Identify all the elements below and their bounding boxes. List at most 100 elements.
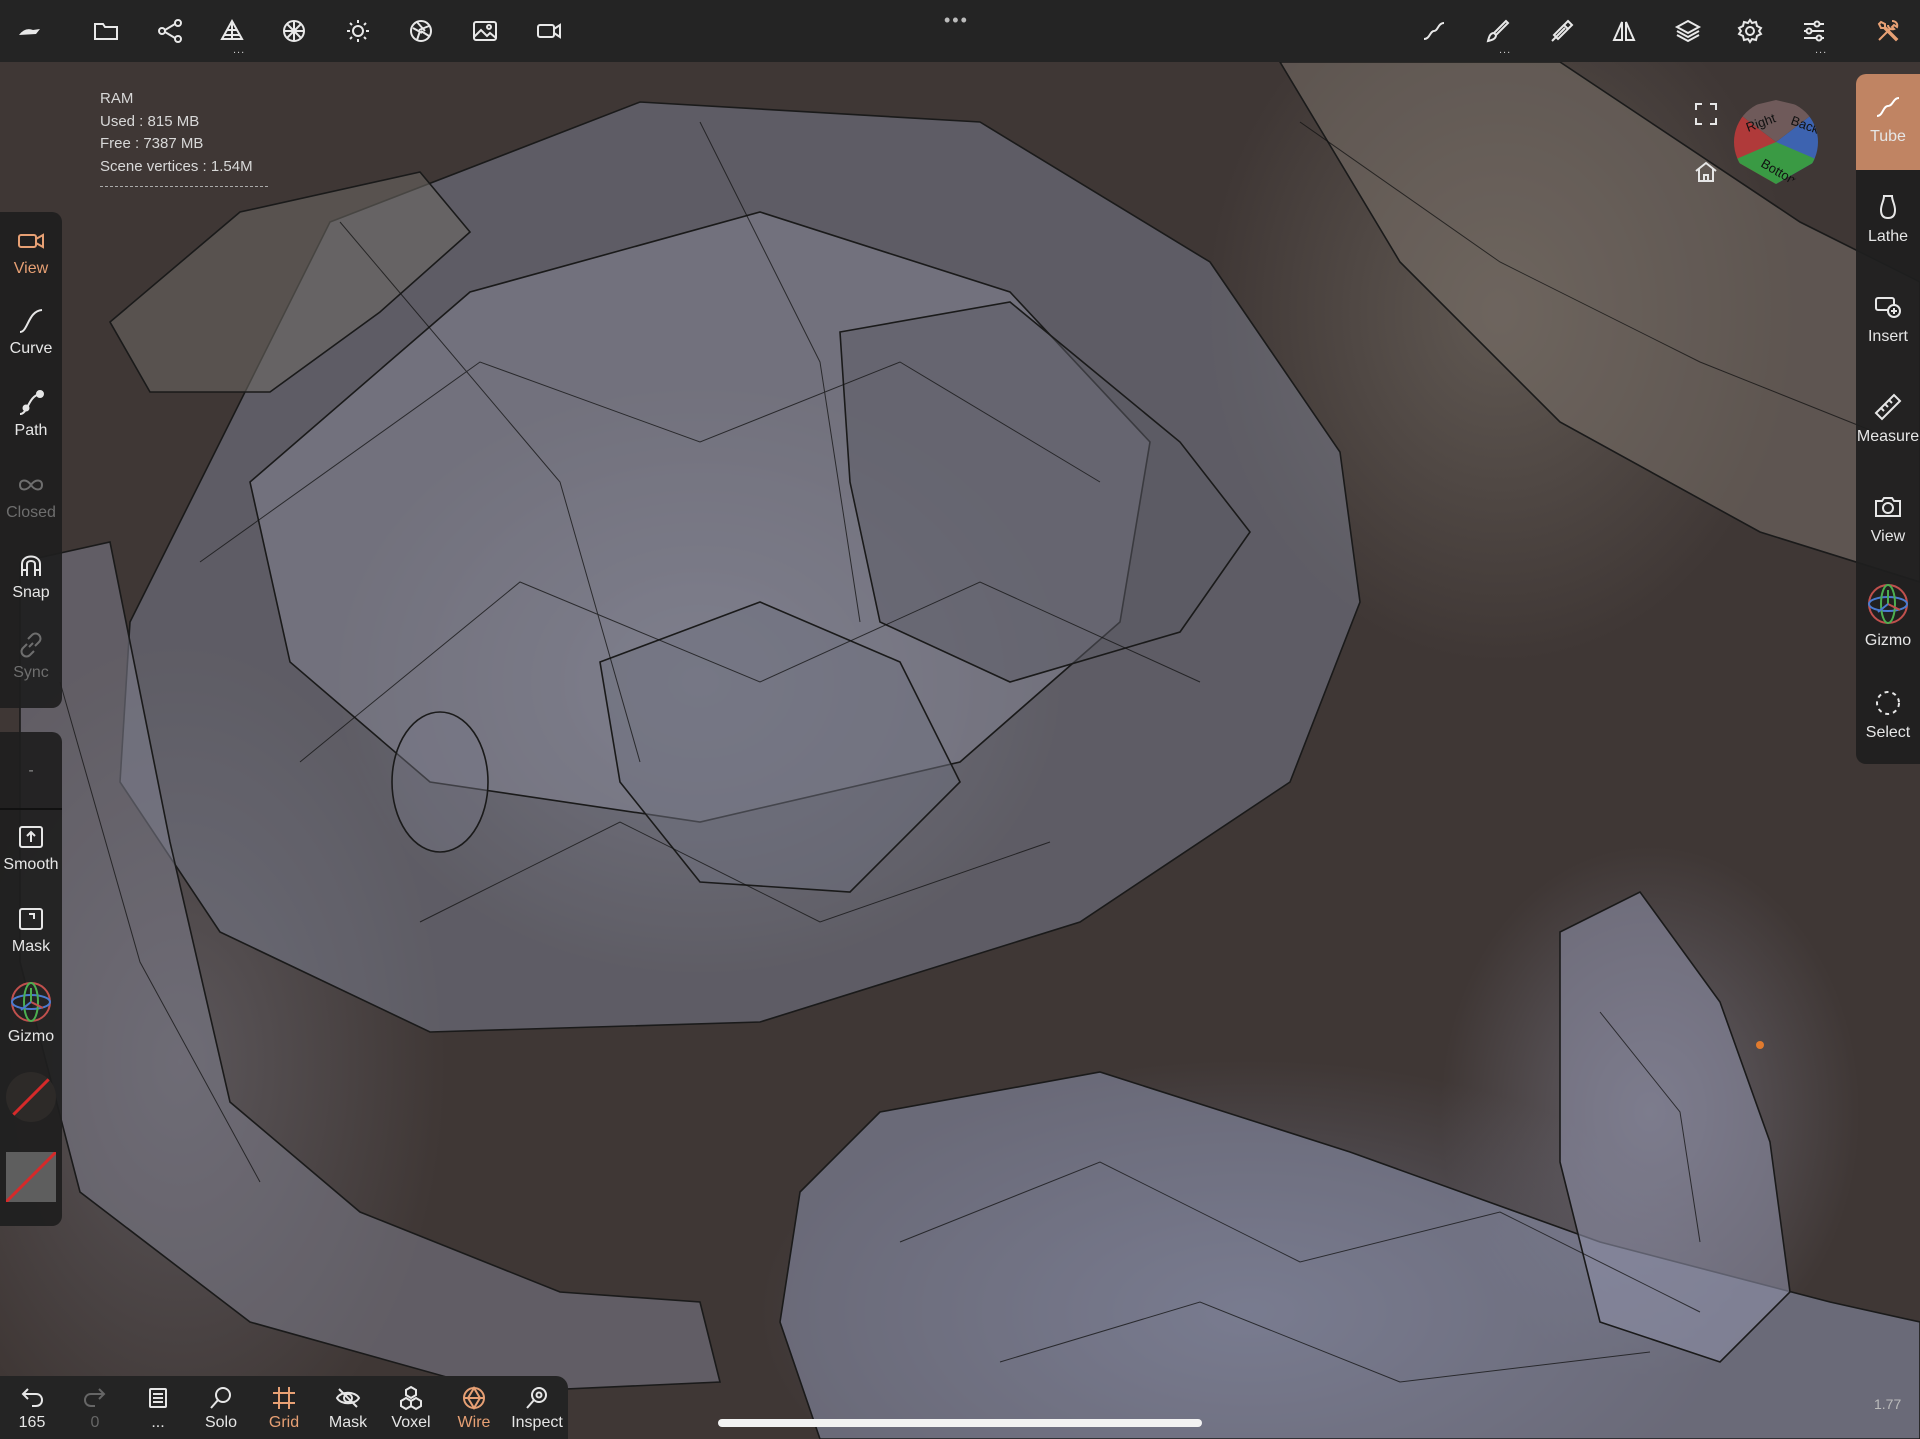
sync-button[interactable]: Sync: [0, 630, 62, 682]
sync-label: Sync: [13, 664, 49, 681]
smooth-label: Smooth: [3, 856, 59, 873]
view-snapshot-label: View: [1870, 528, 1906, 545]
view-snapshot-button[interactable]: View: [1856, 492, 1920, 546]
3d-viewport[interactable]: [0, 62, 1920, 1439]
settings-icon[interactable]: [1734, 15, 1766, 47]
history-button[interactable]: ...: [128, 1384, 188, 1432]
voxel-label: Voxel: [391, 1414, 431, 1431]
fullscreen-icon[interactable]: [1692, 100, 1720, 128]
gizmo-icon: [1868, 584, 1908, 624]
select-button[interactable]: Select: [1856, 688, 1920, 742]
video-camera-icon[interactable]: [533, 15, 565, 47]
history-icon: [149, 1388, 167, 1408]
orange-marker: [1756, 1041, 1764, 1049]
mask-toggle-label: Mask: [328, 1414, 368, 1431]
topology-more-dots: ...: [233, 44, 246, 56]
smooth-icon: [19, 826, 43, 848]
stroke-icon[interactable]: [1418, 15, 1450, 47]
undo-count: 165: [18, 1414, 46, 1431]
wire-button[interactable]: Wire: [444, 1384, 504, 1432]
brush-icon[interactable]: [1482, 15, 1514, 47]
wire-label: Wire: [457, 1414, 491, 1431]
closed-label: Closed: [6, 504, 56, 521]
voxel-button[interactable]: Voxel: [381, 1384, 441, 1432]
select-label: Select: [1865, 724, 1911, 741]
mask-label: Mask: [11, 938, 51, 955]
path-button[interactable]: Path: [0, 388, 62, 440]
lighting-icon[interactable]: [342, 15, 374, 47]
view-cube[interactable]: Right Back Bottom: [1734, 100, 1818, 184]
gizmo-right-button[interactable]: Gizmo: [1856, 582, 1920, 650]
curve-button[interactable]: Curve: [0, 306, 62, 358]
grid-button[interactable]: Grid: [254, 1384, 314, 1432]
tube-button[interactable]: Tube: [1856, 74, 1920, 170]
gizmo-button[interactable]: Gizmo: [0, 980, 62, 1046]
ram-info: RAM Used : 815 MB Free : 7387 MB Scene v…: [100, 88, 268, 187]
home-view-icon[interactable]: [1692, 158, 1720, 186]
mask-hide-icon: [335, 1388, 361, 1408]
mask-toggle-button[interactable]: Mask: [318, 1384, 378, 1432]
tools-icon[interactable]: [1872, 15, 1904, 47]
topology-icon[interactable]: [216, 15, 248, 47]
measure-button[interactable]: Measure: [1856, 392, 1920, 446]
material-icon[interactable]: [278, 15, 310, 47]
material-swatch-none[interactable]: [4, 1150, 58, 1204]
link-icon: [20, 632, 42, 658]
curve-label: Curve: [9, 340, 53, 357]
lathe-icon: [1879, 195, 1897, 220]
eyedropper-icon[interactable]: [1546, 15, 1578, 47]
panel-divider: [0, 808, 62, 810]
solo-button[interactable]: Solo: [191, 1384, 251, 1432]
home-indicator[interactable]: [718, 1419, 1202, 1427]
undo-button[interactable]: 165: [2, 1384, 62, 1432]
mask-icon: [19, 908, 43, 930]
sliders-more-dots: ...: [1815, 44, 1828, 56]
measure-label: Measure: [1856, 428, 1920, 445]
inspect-button[interactable]: Inspect: [507, 1384, 567, 1432]
smooth-button[interactable]: Smooth: [0, 822, 62, 874]
gizmo-label: Gizmo: [7, 1028, 55, 1045]
view-label: View: [13, 260, 49, 277]
mask-button[interactable]: Mask: [0, 904, 62, 956]
lathe-button[interactable]: Lathe: [1856, 192, 1920, 246]
video-camera-icon: [18, 233, 44, 249]
undo-icon: [21, 1388, 44, 1407]
solo-icon: [210, 1387, 231, 1409]
wire-icon: [463, 1386, 485, 1410]
gizmo-right-label: Gizmo: [1864, 632, 1912, 649]
ram-used: Used : 815 MB: [100, 112, 200, 130]
nomad-logo-icon[interactable]: [14, 15, 46, 47]
view-button[interactable]: View: [0, 226, 62, 278]
symmetry-icon[interactable]: [1608, 15, 1640, 47]
ram-free: Free : 7387 MB: [100, 135, 204, 152]
camera-icon: [1875, 497, 1901, 517]
zoom-value: 1.77: [1874, 1396, 1902, 1412]
right-tool-panel: Tube Lathe Insert Measure View Gizmo Sel…: [1856, 74, 1920, 764]
redo-button[interactable]: 0: [65, 1384, 125, 1432]
layers-icon[interactable]: [1672, 15, 1704, 47]
insert-button[interactable]: Insert: [1856, 292, 1920, 346]
solo-label: Solo: [204, 1414, 238, 1431]
left-bottom-panel: - Smooth Mask Gizmo: [0, 732, 62, 1226]
inspect-icon: [526, 1387, 547, 1409]
curve-icon: [19, 309, 43, 333]
camera-aperture-icon[interactable]: [405, 15, 437, 47]
gizmo-icon: [11, 982, 51, 1022]
folder-icon[interactable]: [90, 15, 122, 47]
sliders-icon[interactable]: [1798, 15, 1830, 47]
history-label: ...: [151, 1414, 165, 1431]
image-icon[interactable]: [469, 15, 501, 47]
color-swatch-none[interactable]: [6, 1072, 56, 1122]
scene-graph-icon[interactable]: [154, 15, 186, 47]
closed-button[interactable]: Closed: [0, 470, 62, 522]
redo-count: 0: [90, 1414, 100, 1431]
snap-label: Snap: [12, 584, 50, 601]
insert-icon: [1875, 297, 1901, 318]
redo-icon: [83, 1388, 106, 1407]
wireframe-mesh: [19, 62, 1920, 1439]
center-menu-dots[interactable]: •••: [944, 10, 969, 31]
panel-dash: -: [28, 762, 34, 779]
bottom-toolbar: 165 0 ... Solo Grid Mask Voxel Wire Insp…: [0, 1376, 568, 1439]
snap-button[interactable]: Snap: [0, 550, 62, 602]
grid-label: Grid: [268, 1414, 300, 1431]
